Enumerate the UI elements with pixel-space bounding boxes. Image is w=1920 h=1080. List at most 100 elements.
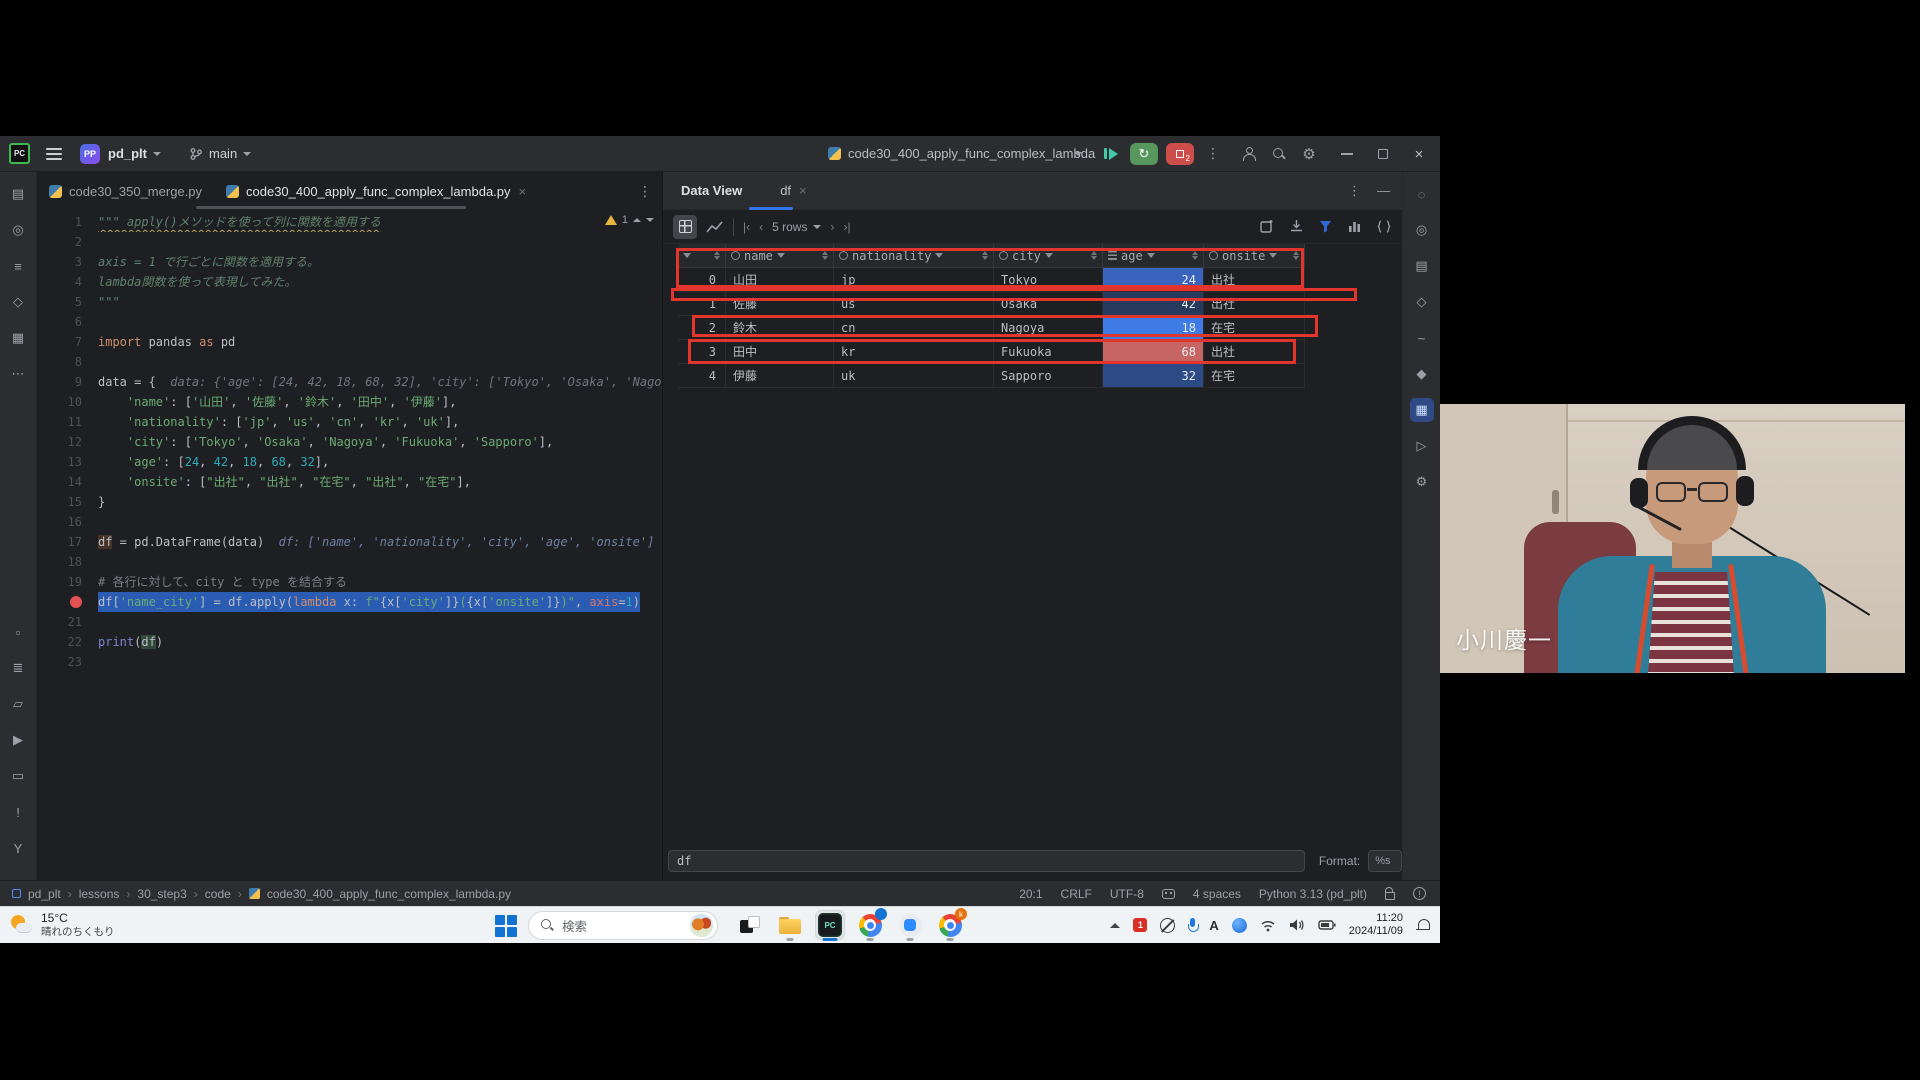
line-number[interactable]: 7 [37, 332, 98, 352]
code-line[interactable]: 'nationality': ['jp', 'us', 'cn', 'kr', … [98, 412, 662, 432]
code-editor[interactable]: 12345678910111213141516171819212223 """ … [37, 210, 662, 880]
line-number[interactable]: 17 [37, 532, 98, 552]
file-encoding[interactable]: UTF-8 [1110, 887, 1144, 901]
chrome-button[interactable] [855, 910, 885, 940]
line-number[interactable]: 9 [37, 372, 98, 392]
close-button[interactable]: × [1404, 139, 1434, 169]
line-number[interactable]: 2 [37, 232, 98, 252]
columns-icon[interactable] [1347, 219, 1362, 234]
database-icon[interactable]: ▤ [1410, 254, 1434, 278]
line-number[interactable]: 14 [37, 472, 98, 492]
code-line[interactable]: df['name_city'] = df.apply(lambda x: f"{… [98, 592, 662, 612]
tab-options-icon[interactable]: ⋮ [638, 183, 652, 200]
line-number[interactable]: 8 [37, 352, 98, 372]
memory-indicator-icon[interactable]: ! [1413, 887, 1426, 900]
notification-bell-icon[interactable] [1416, 918, 1430, 933]
code-line[interactable]: df = pd.DataFrame(data) df: ['name', 'na… [98, 532, 662, 552]
line-number[interactable]: 4 [37, 272, 98, 292]
assistant-ball-icon[interactable] [1232, 918, 1247, 933]
settings-tools-icon[interactable]: ⚙ [1410, 470, 1434, 494]
code-line[interactable] [98, 612, 662, 632]
open-in-new-tab-icon[interactable] [1260, 219, 1275, 234]
cell-nationality[interactable]: uk [834, 364, 994, 388]
code-line[interactable]: """ [98, 292, 662, 312]
bookmarks-icon[interactable]: ▦ [6, 326, 30, 350]
branch-widget[interactable]: main [189, 146, 251, 161]
line-number[interactable]: 16 [37, 512, 98, 532]
breadcrumb-item[interactable]: code [205, 887, 231, 901]
close-tab-icon[interactable]: × [799, 183, 807, 198]
caret-position[interactable]: 20:1 [1019, 887, 1042, 901]
start-button[interactable] [495, 915, 517, 937]
more-tool-windows-icon[interactable]: ⋯ [6, 362, 30, 386]
file-explorer-button[interactable] [775, 910, 805, 940]
main-menu-icon[interactable] [46, 148, 62, 160]
run-config-name[interactable]: code30_400_apply_func_complex_lambda [848, 146, 1068, 161]
line-number[interactable]: 11 [37, 412, 98, 432]
heatmap-coloring-icon[interactable] [1318, 219, 1333, 234]
taskbar-search[interactable]: 検索 [528, 911, 718, 940]
hidden-icons-chevron[interactable] [1110, 923, 1120, 928]
code-line[interactable] [98, 552, 662, 572]
commit-icon[interactable]: ◎ [6, 218, 30, 242]
line-number[interactable]: 15 [37, 492, 98, 512]
line-number[interactable]: 23 [37, 652, 98, 672]
data-view-tab-df[interactable]: df × [780, 183, 806, 198]
close-tab-icon[interactable]: × [519, 184, 527, 199]
breakpoint-icon[interactable] [70, 596, 82, 608]
lock-icon[interactable] [1385, 892, 1395, 900]
inspection-widget[interactable]: 1 [605, 214, 654, 226]
ai-assistant-icon[interactable]: ◎ [1410, 218, 1434, 242]
breadcrumb-item[interactable]: lessons [79, 887, 120, 901]
cell-name[interactable]: 伊藤 [726, 364, 834, 388]
python-console-icon[interactable]: ▱ [6, 692, 30, 716]
microphone-icon[interactable] [1188, 918, 1196, 933]
meeting-app-button[interactable] [895, 910, 925, 940]
chrome-profile-button[interactable]: k [935, 910, 965, 940]
code-line[interactable] [98, 312, 662, 332]
code-with-me-button[interactable] [1234, 139, 1264, 169]
python-interpreter[interactable]: Python 3.13 (pd_plt) [1259, 887, 1367, 901]
clock-widget[interactable]: 11:20 2024/11/09 [1349, 912, 1403, 938]
prev-page-icon[interactable]: ‹ [759, 220, 763, 234]
python-packages-icon[interactable]: ≣ [6, 656, 30, 680]
todo-icon[interactable]: ▫ [6, 620, 30, 644]
line-number[interactable]: 21 [37, 612, 98, 632]
settings-braces-icon[interactable] [1376, 219, 1392, 234]
last-page-icon[interactable]: ›| [843, 220, 850, 234]
data-view-icon[interactable]: ▦ [1410, 398, 1434, 422]
line-number[interactable]: 6 [37, 312, 98, 332]
code-line[interactable]: """ apply()メソッドを使って列に関数を適用する [98, 212, 662, 232]
line-number[interactable]: 10 [37, 392, 98, 412]
notifications-icon[interactable]: ◌ [1410, 182, 1434, 206]
maximize-button[interactable] [1368, 139, 1398, 169]
code-line[interactable]: print(df) [98, 632, 662, 652]
line-number[interactable]: 3 [37, 252, 98, 272]
code-line[interactable]: 'name': ['山田', '佐藤', '鈴木', '田中', '伊藤'], [98, 392, 662, 412]
code-line[interactable]: 'onsite': ["出社", "出社", "在宅", "出社", "在宅"]… [98, 472, 662, 492]
code-line[interactable]: # 各行に対して、city と type を結合する [98, 572, 662, 592]
task-view-button[interactable] [735, 910, 765, 940]
line-number[interactable]: 12 [37, 432, 98, 452]
terminal-icon[interactable]: ▭ [6, 764, 30, 788]
tab-code30-350-merge[interactable]: code30_350_merge.py [37, 172, 214, 210]
line-number[interactable]: 19 [37, 572, 98, 592]
notification-badge[interactable]: 1 [1133, 918, 1147, 932]
run-configuration[interactable]: code30_400_apply_func_complex_lambda ↻ 2… [828, 143, 1220, 165]
breadcrumb[interactable]: pd_plt›lessons›30_step3›code›code30_400_… [12, 887, 511, 901]
code-line[interactable]: 'age': [24, 42, 18, 68, 32], [98, 452, 662, 472]
table-view-button[interactable] [673, 215, 697, 239]
volume-icon[interactable] [1289, 918, 1305, 932]
ime-mode[interactable]: A [1209, 918, 1218, 933]
project-icon[interactable]: ▤ [6, 182, 30, 206]
plugins-icon[interactable]: ◇ [1410, 290, 1434, 314]
line-number[interactable]: 22 [37, 632, 98, 652]
breadcrumb-item[interactable]: code30_400_apply_func_complex_lambda.py [267, 887, 511, 901]
breadcrumb-item[interactable]: 30_step3 [137, 887, 186, 901]
download-icon[interactable] [1289, 219, 1304, 234]
services-icon[interactable]: ◇ [6, 290, 30, 314]
breadcrumb-item[interactable]: pd_plt [28, 887, 61, 901]
rerun-button[interactable]: ↻ [1130, 143, 1158, 165]
line-number[interactable]: 5 [37, 292, 98, 312]
camera-off-icon[interactable] [1160, 918, 1175, 933]
